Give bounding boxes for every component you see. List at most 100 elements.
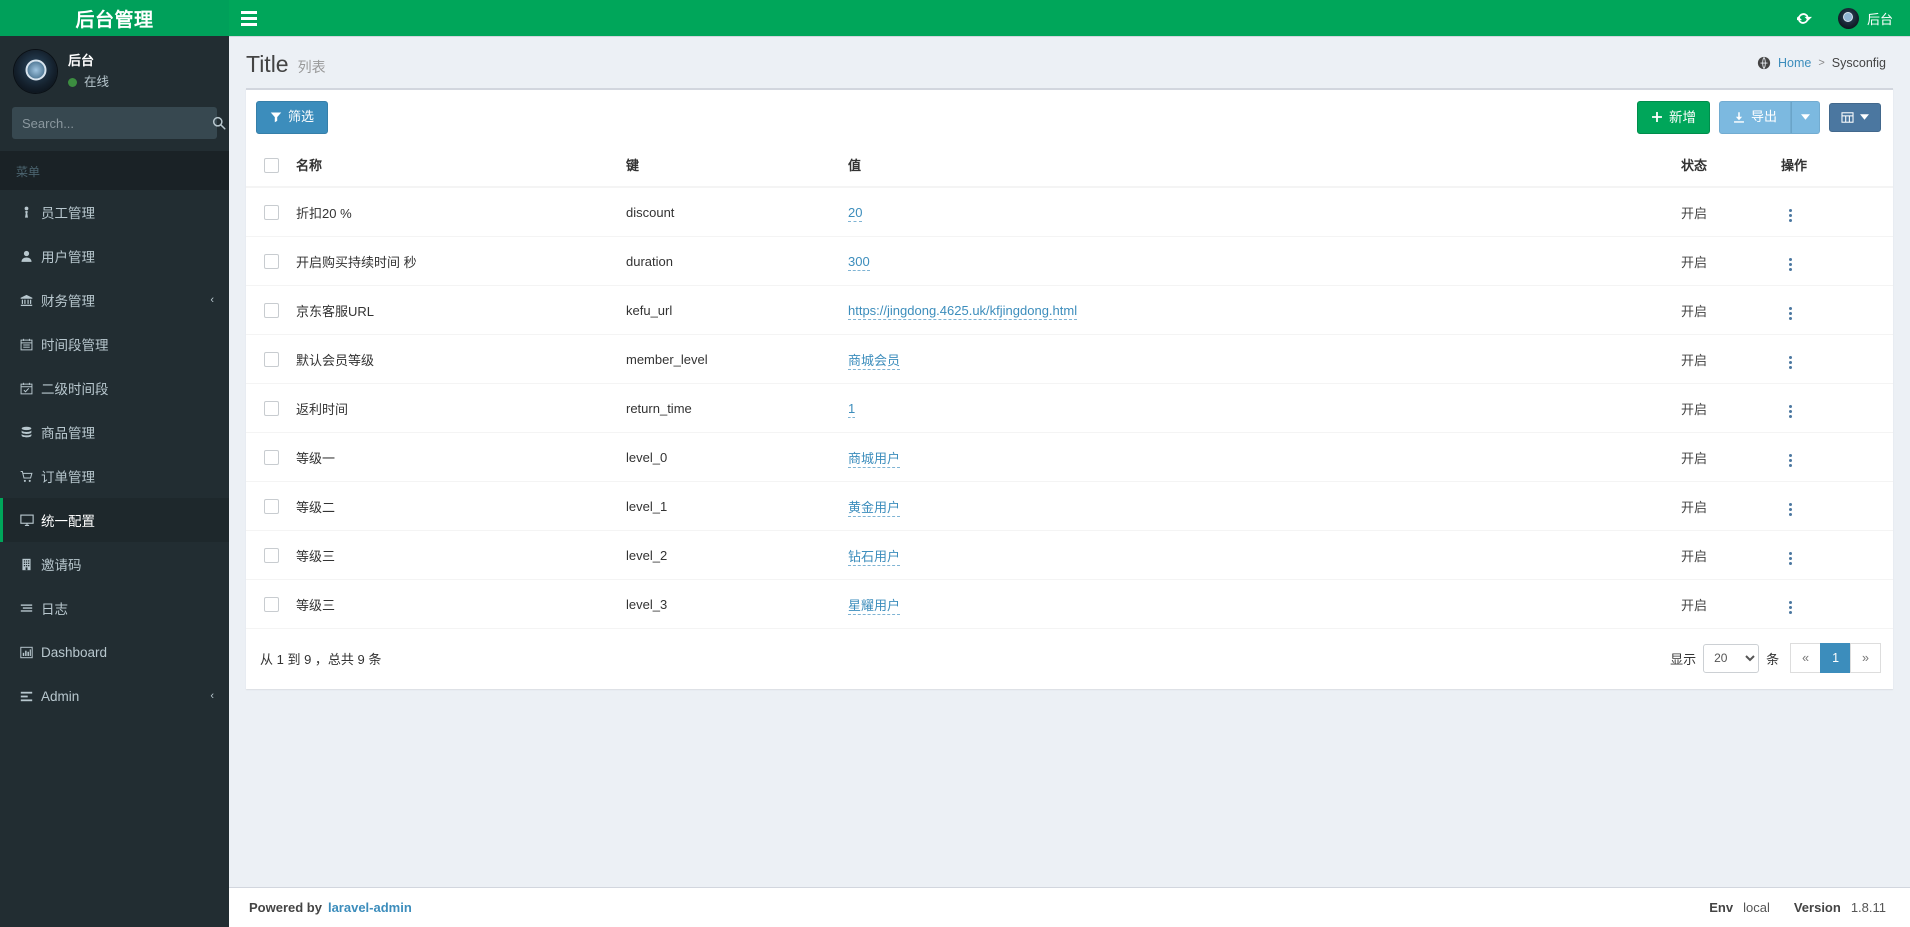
cell-status: 开启 xyxy=(1673,236,1773,286)
kebab-icon[interactable] xyxy=(1781,550,1800,567)
env-label: Env xyxy=(1709,900,1734,915)
data-box: 筛选 新增 导出 名称 键 值 状态 操作 折扣20 % discount 20… xyxy=(246,88,1893,690)
kebab-icon[interactable] xyxy=(1781,452,1800,469)
export-dropdown-toggle[interactable] xyxy=(1791,101,1820,134)
column-selector-button[interactable] xyxy=(1829,102,1881,132)
kebab-icon[interactable] xyxy=(1781,501,1800,518)
per-page-select[interactable]: 10203050100 xyxy=(1703,643,1760,673)
version-value: 1.8.11 xyxy=(1850,900,1886,915)
export-button-label: 导出 xyxy=(1750,109,1777,125)
add-new-button[interactable]: 新增 xyxy=(1636,100,1710,135)
row-checkbox[interactable] xyxy=(264,548,279,564)
kebab-icon[interactable] xyxy=(1781,354,1800,371)
filter-button[interactable]: 筛选 xyxy=(256,101,329,134)
breadcrumb-home-link[interactable]: Home xyxy=(1778,56,1811,70)
cell-key: member_level xyxy=(618,334,840,384)
brand-logo[interactable]: 后台管理 xyxy=(0,0,229,36)
row-checkbox[interactable] xyxy=(264,254,279,270)
sidebar-item-5[interactable]: 商品管理 xyxy=(0,410,229,454)
sidebar-item-label: 用户管理 xyxy=(41,250,95,265)
breadcrumb-separator: > xyxy=(1818,57,1825,69)
sidebar-item-11[interactable]: Admin ‹ xyxy=(0,674,229,718)
brand-logo-text: 后台管理 xyxy=(75,9,154,31)
pagination-prev[interactable]: « xyxy=(1790,643,1822,674)
kebab-icon[interactable] xyxy=(1781,599,1800,616)
search-button[interactable] xyxy=(208,107,237,139)
row-checkbox[interactable] xyxy=(264,401,279,417)
sidebar-item-3[interactable]: 时间段管理 xyxy=(0,322,229,366)
column-header-status[interactable]: 状态 xyxy=(1673,145,1773,188)
row-checkbox[interactable] xyxy=(264,499,279,515)
row-checkbox[interactable] xyxy=(264,352,279,368)
value-editable-link[interactable]: 300 xyxy=(848,253,870,271)
sidebar-item-9[interactable]: 日志 xyxy=(0,586,229,630)
user-tie-icon xyxy=(20,206,41,219)
row-checkbox[interactable] xyxy=(264,303,279,319)
hamburger-icon[interactable] xyxy=(229,0,267,36)
value-editable-link[interactable]: 商城会员 xyxy=(848,352,901,370)
cell-action xyxy=(1773,432,1893,482)
config-table: 名称 键 值 状态 操作 折扣20 % discount 20 开启 开启购买持续时间 … xyxy=(246,145,1893,628)
value-editable-link[interactable]: https://jingdong.4625.uk/kfjingdong.html xyxy=(848,302,1078,320)
cell-name: 等级二 xyxy=(288,481,618,531)
sidebar-item-6[interactable]: 订单管理 xyxy=(0,454,229,498)
column-header-name[interactable]: 名称 xyxy=(288,145,618,188)
cell-key: level_3 xyxy=(618,579,840,628)
table-row: 等级一 level_0 商城用户 开启 xyxy=(246,432,1893,482)
sidebar-item-0[interactable]: 员工管理 xyxy=(0,190,229,234)
value-editable-link[interactable]: 20 xyxy=(848,204,863,222)
column-header-value[interactable]: 值 xyxy=(840,145,1673,188)
sidebar-item-label: 时间段管理 xyxy=(41,338,109,353)
pagination: « 1 » xyxy=(1790,643,1881,674)
select-all-checkbox[interactable] xyxy=(264,157,279,173)
sidebar-item-label: Admin xyxy=(41,688,80,704)
pagination-next[interactable]: » xyxy=(1850,643,1881,674)
sidebar-item-7[interactable]: 统一配置 xyxy=(0,498,229,542)
sidebar-user-status-label: 在线 xyxy=(84,74,110,89)
env-value: local xyxy=(1743,900,1770,915)
export-button[interactable]: 导出 xyxy=(1718,101,1791,134)
user-menu-button[interactable]: 后台 xyxy=(1825,0,1906,36)
search-input[interactable] xyxy=(12,115,208,131)
sidebar-item-10[interactable]: Dashboard xyxy=(0,630,229,674)
refresh-button[interactable] xyxy=(1784,0,1825,36)
sidebar: 后台管理 后台 在线 菜单 员工管理用户管理财务管理 ‹ 时间段管理二级时间段商品管… xyxy=(0,0,229,927)
value-editable-link[interactable]: 星耀用户 xyxy=(848,597,901,615)
cell-value: 1 xyxy=(840,383,1673,433)
value-editable-link[interactable]: 黄金用户 xyxy=(848,499,901,517)
cell-action xyxy=(1773,236,1893,286)
sidebar-item-1[interactable]: 用户管理 xyxy=(0,234,229,278)
cell-action xyxy=(1773,383,1893,433)
row-select-cell xyxy=(246,285,288,335)
avatar xyxy=(14,50,57,93)
row-select-cell xyxy=(246,432,288,482)
page-footer: Powered by laravel-admin Env local Versi… xyxy=(229,887,1910,927)
value-editable-link[interactable]: 钻石用户 xyxy=(848,548,901,566)
kebab-icon[interactable] xyxy=(1781,207,1800,224)
sidebar-item-2[interactable]: 财务管理 ‹ xyxy=(0,278,229,322)
content-area: Title 列表 Home > Sysconfig 筛选 新增 导出 名称 键 … xyxy=(229,36,1910,927)
value-editable-link[interactable]: 商城用户 xyxy=(848,450,901,468)
export-button-group: 导出 xyxy=(1718,101,1820,134)
laravel-admin-link[interactable]: laravel-admin xyxy=(328,900,412,915)
pagination-page-1[interactable]: 1 xyxy=(1820,643,1852,674)
column-header-key[interactable]: 键 xyxy=(618,145,840,188)
sidebar-search xyxy=(12,107,226,139)
sidebar-item-label: 日志 xyxy=(41,602,68,617)
sidebar-item-4[interactable]: 二级时间段 xyxy=(0,366,229,410)
column-header-action: 操作 xyxy=(1773,145,1893,188)
cell-status: 开启 xyxy=(1673,383,1773,433)
building-icon xyxy=(20,558,41,571)
kebab-icon[interactable] xyxy=(1781,403,1800,420)
sidebar-item-8[interactable]: 邀请码 xyxy=(0,542,229,586)
kebab-icon[interactable] xyxy=(1781,256,1800,273)
row-checkbox[interactable] xyxy=(264,205,279,221)
value-editable-link[interactable]: 1 xyxy=(848,400,856,418)
cell-value: 商城用户 xyxy=(840,432,1673,482)
cell-name: 京东客服URL xyxy=(288,285,618,335)
status-badge: 开启 xyxy=(1681,205,1708,221)
cell-value: 300 xyxy=(840,236,1673,286)
kebab-icon[interactable] xyxy=(1781,305,1800,322)
row-checkbox[interactable] xyxy=(264,597,279,613)
row-checkbox[interactable] xyxy=(264,450,279,466)
